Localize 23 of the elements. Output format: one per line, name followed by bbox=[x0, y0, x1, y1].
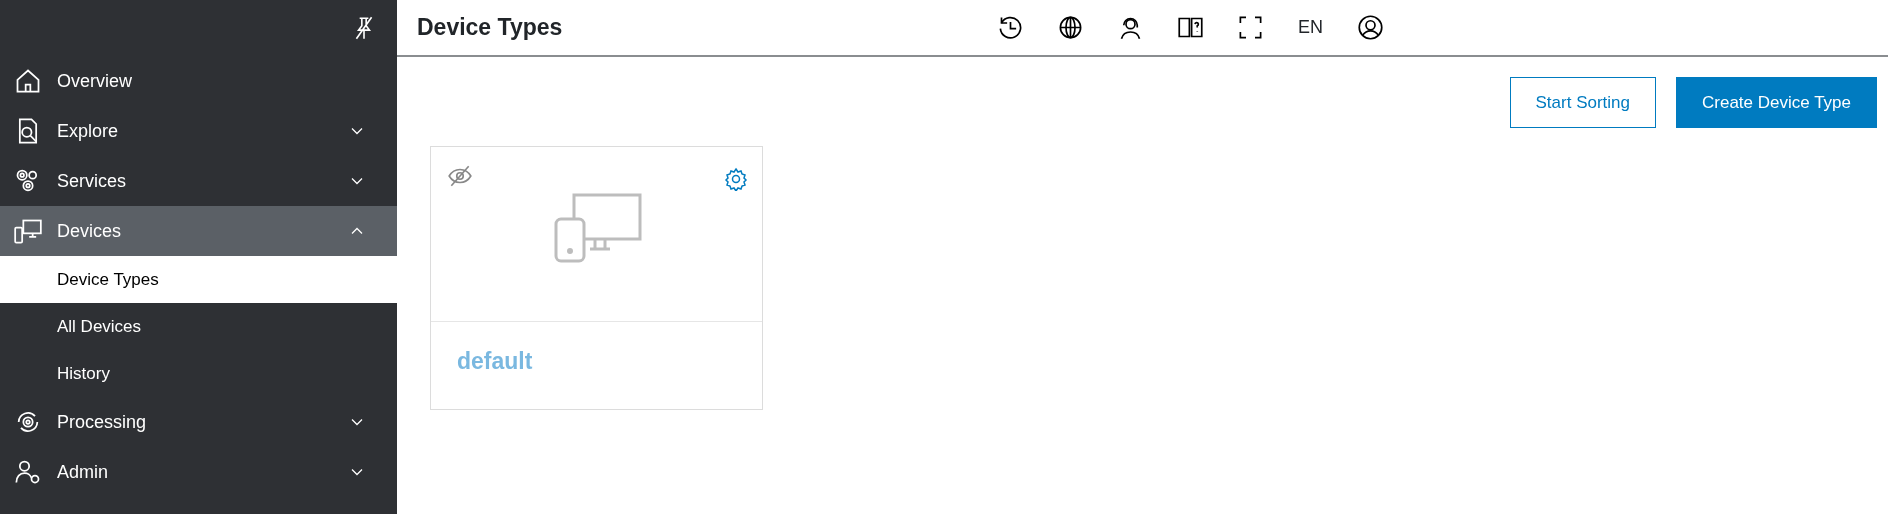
globe-icon[interactable] bbox=[1057, 14, 1084, 41]
card-title: default bbox=[456, 347, 534, 376]
nav-subitem[interactable]: History bbox=[0, 350, 397, 397]
nav-item[interactable]: Overview bbox=[0, 56, 397, 106]
nav-subitem[interactable]: All Devices bbox=[0, 303, 397, 350]
home-icon bbox=[14, 67, 42, 95]
sort-button[interactable]: Start Sorting bbox=[1509, 77, 1656, 128]
gear-icon[interactable] bbox=[724, 167, 748, 191]
nav-item[interactable]: Services bbox=[0, 156, 397, 206]
history-icon[interactable] bbox=[997, 14, 1024, 41]
nav-item[interactable]: Processing bbox=[0, 397, 397, 447]
create-button[interactable]: Create Device Type bbox=[1676, 77, 1877, 128]
user-icon[interactable] bbox=[1357, 14, 1384, 41]
eye-slash-icon[interactable] bbox=[447, 163, 473, 189]
user-gear-icon bbox=[14, 458, 42, 486]
devices-icon bbox=[14, 217, 42, 245]
language-button[interactable]: EN bbox=[1297, 13, 1324, 42]
page-title: Device Types bbox=[417, 13, 564, 42]
nav-subitem[interactable]: Device Types bbox=[0, 256, 397, 303]
nav-item[interactable]: Admin bbox=[0, 447, 397, 497]
nav-item[interactable]: Devices bbox=[0, 206, 397, 256]
fullscreen-icon[interactable] bbox=[1237, 14, 1264, 41]
nav-item[interactable]: Explore bbox=[0, 106, 397, 156]
